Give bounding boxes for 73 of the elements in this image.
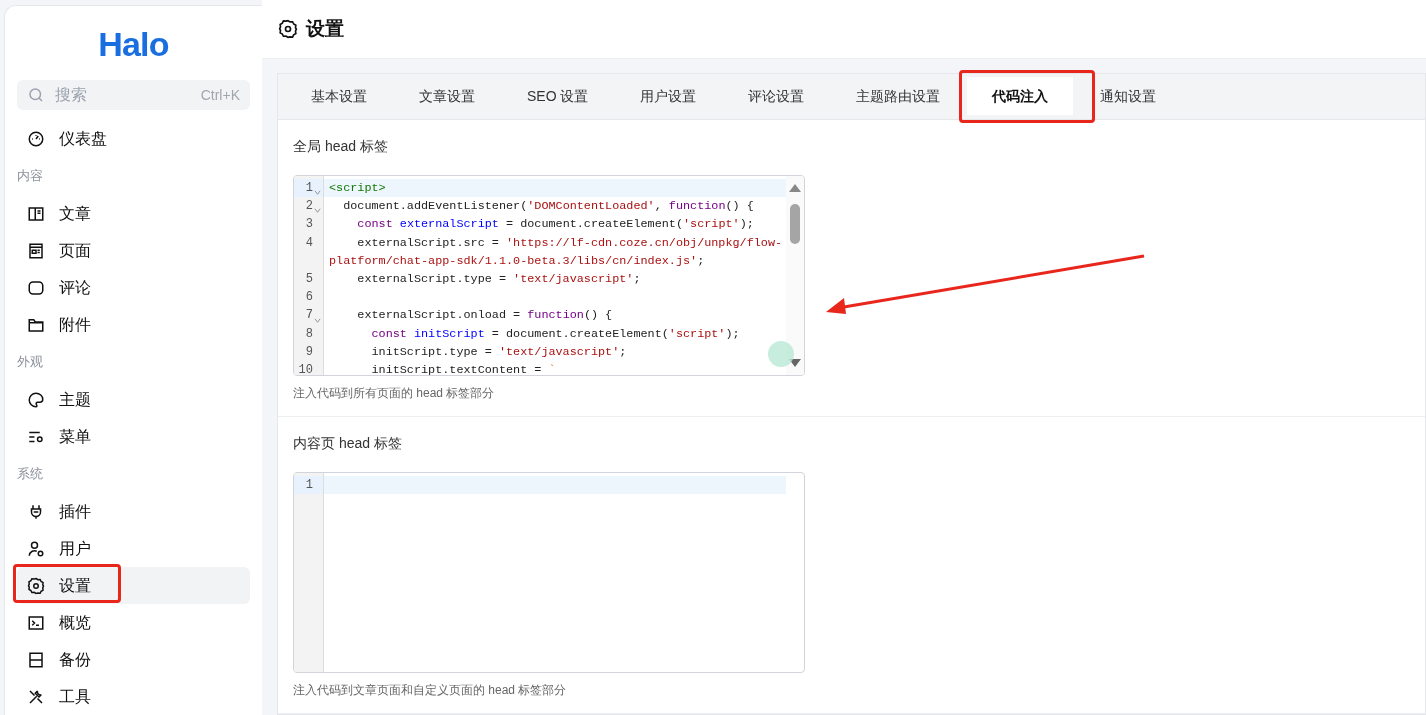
tab[interactable]: SEO 设置 (502, 77, 614, 115)
code-line: initScript.type = 'text/javascript'; (370, 343, 627, 361)
palette-icon (27, 390, 45, 409)
sidebar-item[interactable]: 用户 (17, 530, 250, 567)
sidebar-item[interactable]: 文章 (17, 195, 250, 232)
book-icon (27, 204, 45, 223)
search-input[interactable]: 搜索 (55, 83, 191, 107)
sidebar-item[interactable]: 主题 (17, 381, 250, 418)
tab[interactable]: 基本设置 (286, 77, 392, 115)
code-editor[interactable] (293, 175, 805, 376)
code-line: initScript.textContent = ` (370, 361, 556, 375)
sidebar-item[interactable]: 插件 (17, 493, 250, 530)
search-icon (27, 86, 45, 104)
code-line: const initScript = document.createElement('script'); (370, 325, 740, 343)
field-label: 内容页 head 标签 (293, 434, 402, 453)
help-text: 注入代码到文章页面和自定义页面的 head 标签部分 (293, 682, 567, 699)
section-label: 系统 (17, 465, 43, 484)
tools-icon (27, 687, 45, 706)
sidebar-item[interactable]: 备份 (17, 641, 250, 678)
sidebar-item[interactable]: 仪表盘 (17, 120, 250, 157)
comment-icon (27, 278, 45, 297)
section-label: 内容 (17, 167, 43, 186)
sidebar-item[interactable]: 工具 (17, 678, 250, 715)
line-number: 1 (305, 477, 313, 495)
sidebar-item[interactable]: 评论 (17, 269, 250, 306)
tab[interactable]: 代码注入 (967, 77, 1074, 115)
line-number: 4 (305, 234, 313, 252)
gauge-icon (27, 129, 45, 148)
code-line: <script> (329, 180, 386, 197)
terminal-icon (27, 613, 45, 632)
help-text: 注入代码到所有页面的 head 标签部分 (293, 385, 495, 402)
line-number: 7 (305, 307, 313, 325)
scroll-up-icon[interactable] (789, 184, 801, 192)
fold-icon[interactable] (314, 316, 321, 324)
code-line: externalScript.type = 'text/javascript'; (356, 270, 641, 288)
sidebar-item[interactable]: 概览 (17, 604, 250, 641)
line-number: 10 (298, 361, 313, 375)
field-label: 全局 head 标签 (293, 137, 388, 156)
fold-icon[interactable] (314, 207, 321, 215)
line-number: 9 (305, 343, 313, 361)
scrollbar[interactable] (786, 176, 804, 375)
line-number: 1 (305, 180, 313, 198)
code-line: externalScript.src = 'https://lf-cdn.coze.cn/obj/unpkg/flow- (356, 234, 783, 252)
sidebar-item[interactable]: 页面 (17, 232, 250, 269)
line-number: 8 (305, 325, 313, 343)
halo-logo: Halo (98, 24, 169, 64)
tab[interactable]: 文章设置 (394, 77, 500, 115)
code-line: document.addEventListener('DOMContentLoaded', function() { (342, 198, 754, 216)
settings-icon (27, 576, 45, 595)
storage-icon (27, 650, 45, 669)
code-line: externalScript.onload = function() { (356, 307, 613, 325)
line-number: 5 (305, 271, 313, 289)
line-number: 6 (305, 289, 313, 307)
code-line: const externalScript = document.createElement('script'); (356, 216, 754, 234)
tab[interactable]: 通知设置 (1075, 77, 1182, 115)
sidebar-item[interactable]: 菜单 (17, 418, 250, 455)
user-icon (27, 539, 45, 558)
gear-icon (278, 19, 298, 39)
code-line: platform/chat-app-sdk/1.1.0-beta.3/libs/cn/index.js'; (329, 252, 705, 270)
scrollbar-thumb[interactable] (790, 204, 800, 244)
tab[interactable]: 评论设置 (723, 77, 830, 115)
tab[interactable]: 用户设置 (615, 77, 722, 115)
fold-icon[interactable] (314, 189, 321, 197)
page-title: 设置 (306, 16, 344, 41)
line-number: 2 (305, 198, 313, 216)
line-number: 3 (305, 216, 313, 234)
sidebar-item[interactable]: 附件 (17, 306, 250, 343)
tab[interactable]: 主题路由设置 (831, 77, 966, 115)
sidebar-item[interactable]: 设置 (17, 567, 250, 604)
section-label: 外观 (17, 353, 43, 372)
shortcut-hint: Ctrl+K (200, 85, 240, 105)
code-editor[interactable]: 1 (293, 472, 805, 673)
page-icon (27, 241, 45, 260)
